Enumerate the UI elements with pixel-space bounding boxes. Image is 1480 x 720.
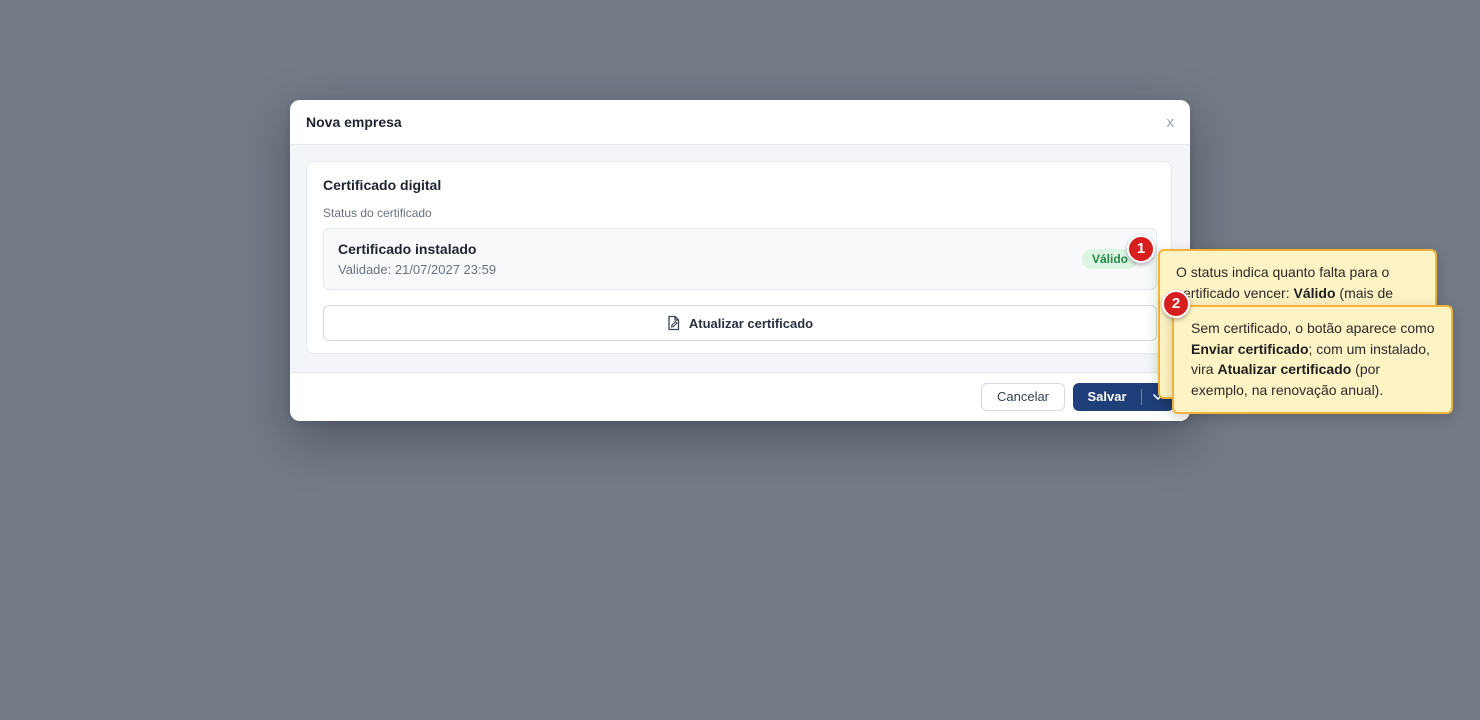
dialog-title: Nova empresa: [306, 114, 402, 130]
annotation-marker-2: 2: [1162, 290, 1190, 318]
annotation-marker-1: 1: [1127, 235, 1155, 263]
certificate-status-box: Certificado instalado Validade: 21/07/20…: [323, 228, 1157, 290]
annotation-2-bold-1: Enviar certificado: [1191, 340, 1309, 357]
annotation-1-text-after: (mais de: [1335, 284, 1394, 301]
certificate-status-name: Certificado instalado: [338, 241, 477, 257]
new-company-dialog: Nova empresa x Certificado digital Statu…: [290, 100, 1190, 421]
annotation-tooltip-2: Sem certificado, o botão aparece como En…: [1172, 305, 1453, 414]
certificate-status-label: Status do certificado: [323, 206, 432, 220]
save-button[interactable]: Salvar: [1073, 383, 1141, 411]
annotation-2-line-1: Sem certificado, o botão aparece como: [1191, 320, 1435, 336]
annotation-2-bold-2: Atualizar certificado: [1217, 361, 1352, 377]
close-button[interactable]: x: [1167, 114, 1175, 132]
certificate-validity: Validade: 21/07/2027 23:59: [338, 262, 497, 277]
dialog-footer: Cancelar Salvar: [290, 372, 1190, 421]
dialog-body: Certificado digital Status do certificad…: [290, 145, 1190, 372]
annotation-1-bold: Válido: [1293, 284, 1336, 301]
cancel-button[interactable]: Cancelar: [981, 383, 1065, 411]
certificate-section-title: Certificado digital: [323, 177, 442, 193]
document-edit-icon: [668, 315, 680, 331]
certificate-card: Certificado digital Status do certificad…: [306, 161, 1172, 354]
update-certificate-label: Atualizar certificado: [688, 315, 814, 331]
dialog-header: Nova empresa x: [290, 100, 1190, 145]
update-certificate-button[interactable]: Atualizar certificado: [323, 305, 1157, 341]
